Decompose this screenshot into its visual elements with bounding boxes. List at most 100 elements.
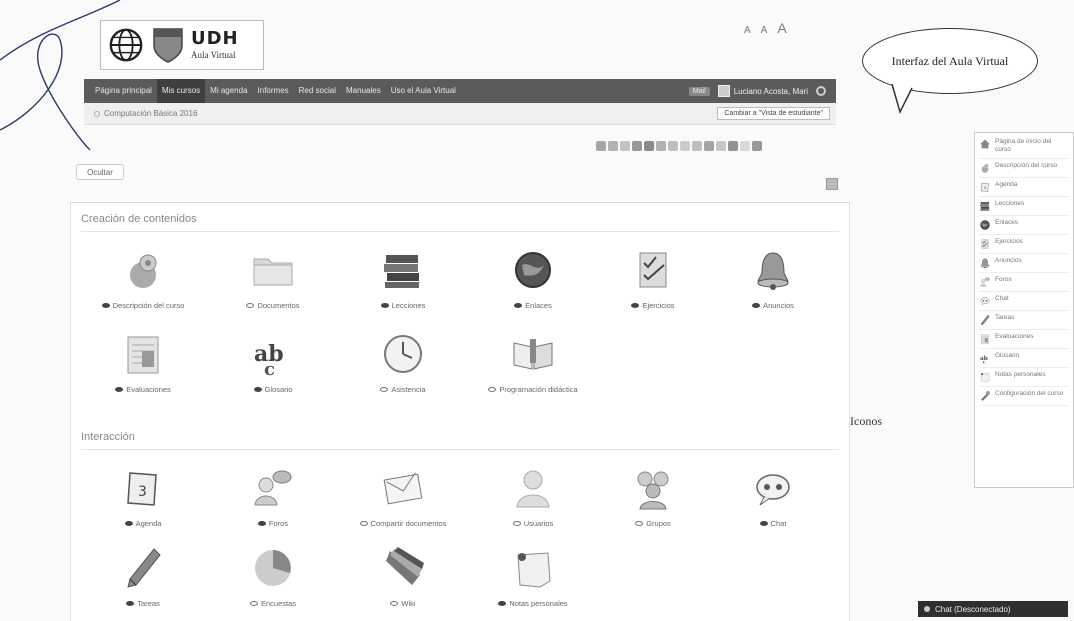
sidebar-item-pen[interactable]: Tareas [979, 311, 1069, 330]
tool-books[interactable]: Lecciones [343, 247, 463, 310]
checklist-icon[interactable] [656, 141, 666, 151]
edit-panel-icon[interactable] [826, 178, 838, 190]
eye-icon[interactable] [759, 521, 768, 526]
user-icon [516, 470, 550, 508]
sidebar-item-note[interactable]: Notas personales [979, 368, 1069, 387]
tool-abc[interactable]: ab c Glosario [213, 331, 333, 394]
eye-closed-icon[interactable] [390, 601, 399, 606]
tool-gear-sphere[interactable]: Descripción del curso [83, 247, 203, 310]
tool-user[interactable]: Usuarios [473, 465, 593, 528]
font-small-button[interactable]: A [744, 25, 751, 36]
tool-label-text: Tareas [137, 599, 160, 608]
eye-icon[interactable] [752, 303, 761, 308]
sidebar-item-calendar[interactable]: 3 Agenda [979, 178, 1069, 197]
globe-hand-icon [109, 28, 143, 62]
sidebar-item-globe[interactable]: Enlaces [979, 216, 1069, 235]
gear-sphere-icon[interactable] [608, 141, 618, 151]
chat-status-bar[interactable]: Chat (Desconectado) [918, 601, 1068, 617]
font-medium-button[interactable]: A [761, 25, 768, 36]
eye-icon[interactable] [257, 521, 266, 526]
tool-globe[interactable]: Enlaces [473, 247, 593, 310]
eye-icon[interactable] [253, 387, 262, 392]
wrench-icon[interactable] [752, 141, 762, 151]
nav-item-6[interactable]: Uso el Aula Virtual [386, 79, 461, 103]
note-icon[interactable] [740, 141, 750, 151]
udh-logo[interactable]: UDH Aula Virtual [100, 20, 264, 70]
nav-item-2[interactable]: Mi agenda [205, 79, 252, 103]
sidebar-item-label: Glosario [995, 351, 1020, 359]
tool-chat[interactable]: Chat [713, 465, 833, 528]
logout-icon[interactable] [816, 86, 826, 96]
tool-wiki[interactable]: Wiki [343, 545, 463, 608]
sidebar-item-checklist[interactable]: Ejercicios [979, 235, 1069, 254]
nav-item-4[interactable]: Red social [294, 79, 341, 103]
forum-icon[interactable] [680, 141, 690, 151]
nav-item-5[interactable]: Manuales [341, 79, 386, 103]
tool-checklist[interactable]: Ejercicios [593, 247, 713, 310]
eye-icon[interactable] [631, 303, 640, 308]
sidebar-item-forum[interactable]: Foros [979, 273, 1069, 292]
hide-button[interactable]: Ocultar [76, 164, 124, 180]
home-icon[interactable] [596, 141, 606, 151]
tool-label: Compartir documentos [359, 519, 446, 528]
eye-icon[interactable] [115, 387, 124, 392]
sidebar-item-wrench[interactable]: Configuración del curso [979, 387, 1069, 406]
tool-pen[interactable]: Tareas [83, 545, 203, 608]
user-menu[interactable]: Luciano Acosta, Mari [717, 85, 808, 97]
font-large-button[interactable]: A [777, 20, 786, 36]
sidebar-item-home[interactable]: Página de inicio del curso [979, 135, 1069, 159]
books-icon [384, 255, 419, 288]
nav-item-0[interactable]: Página principal [90, 79, 157, 103]
sidebar-item-abc[interactable]: ab c Glosario [979, 349, 1069, 368]
sidebar-item-gear-sphere[interactable]: Descripción del curso [979, 159, 1069, 178]
chat-icon[interactable] [692, 141, 702, 151]
tool-folder[interactable]: Documentos [213, 247, 333, 310]
nav-right: Mail Luciano Acosta, Mari [688, 85, 836, 97]
bell-icon[interactable] [668, 141, 678, 151]
eye-icon[interactable] [498, 601, 507, 606]
tool-note[interactable]: Notas personales [473, 545, 593, 608]
abc-icon: abc [980, 356, 988, 364]
main-nav: Página principal Mis cursos Mi agenda Infor… [84, 79, 836, 103]
nav-item-3[interactable]: Informes [253, 79, 294, 103]
eye-closed-icon[interactable] [249, 601, 258, 606]
eye-closed-icon[interactable] [635, 521, 644, 526]
eye-icon[interactable] [126, 601, 135, 606]
eye-closed-icon[interactable] [359, 521, 368, 526]
eye-icon[interactable] [380, 303, 389, 308]
tool-calendar[interactable]: 3 Agenda [83, 465, 203, 528]
tool-forum[interactable]: Foros [213, 465, 333, 528]
eye-closed-icon[interactable] [380, 387, 389, 392]
eye-icon[interactable] [514, 303, 523, 308]
eye-icon[interactable] [101, 303, 110, 308]
abc-icon[interactable] [728, 141, 738, 151]
student-view-button[interactable]: Cambiar a "Vista de estudiante" [717, 107, 830, 120]
nav-item-1[interactable]: Mis cursos [156, 79, 206, 103]
tool-pie[interactable]: Encuestas [213, 545, 333, 608]
tool-gradebook[interactable]: Evaluaciones [83, 331, 203, 394]
calendar-icon[interactable] [620, 141, 630, 151]
globe-icon[interactable] [644, 141, 654, 151]
eye-closed-icon[interactable] [488, 387, 497, 392]
note-icon [517, 552, 551, 588]
mail-badge[interactable]: Mail [688, 86, 710, 96]
books-icon[interactable] [632, 141, 642, 151]
tool-label: Ejercicios [631, 301, 675, 310]
sidebar-item-books[interactable]: Lecciones [979, 197, 1069, 216]
tool-group[interactable]: Grupos [593, 465, 713, 528]
eye-closed-icon[interactable] [246, 303, 255, 308]
tool-envelope[interactable]: Compartir documentos [343, 465, 463, 528]
breadcrumb-course[interactable]: Computación Básica 2016 [94, 109, 197, 118]
sidebar-item-gradebook[interactable]: Evaluaciones [979, 330, 1069, 349]
section-title-creation: Creación de contenidos [81, 213, 197, 225]
eye-icon[interactable] [124, 521, 133, 526]
gradebook-icon[interactable] [716, 141, 726, 151]
tool-open-book[interactable]: Programación didáctica [473, 331, 593, 394]
eye-closed-icon[interactable] [512, 521, 521, 526]
sidebar-item-chat[interactable]: Chat [979, 292, 1069, 311]
sidebar-item-bell[interactable]: Anuncios [979, 254, 1069, 273]
tool-clock[interactable]: Asistencia [343, 331, 463, 394]
pen-icon[interactable] [704, 141, 714, 151]
logo-name: UDH [191, 28, 239, 49]
tool-bell[interactable]: Anuncios [713, 247, 833, 310]
